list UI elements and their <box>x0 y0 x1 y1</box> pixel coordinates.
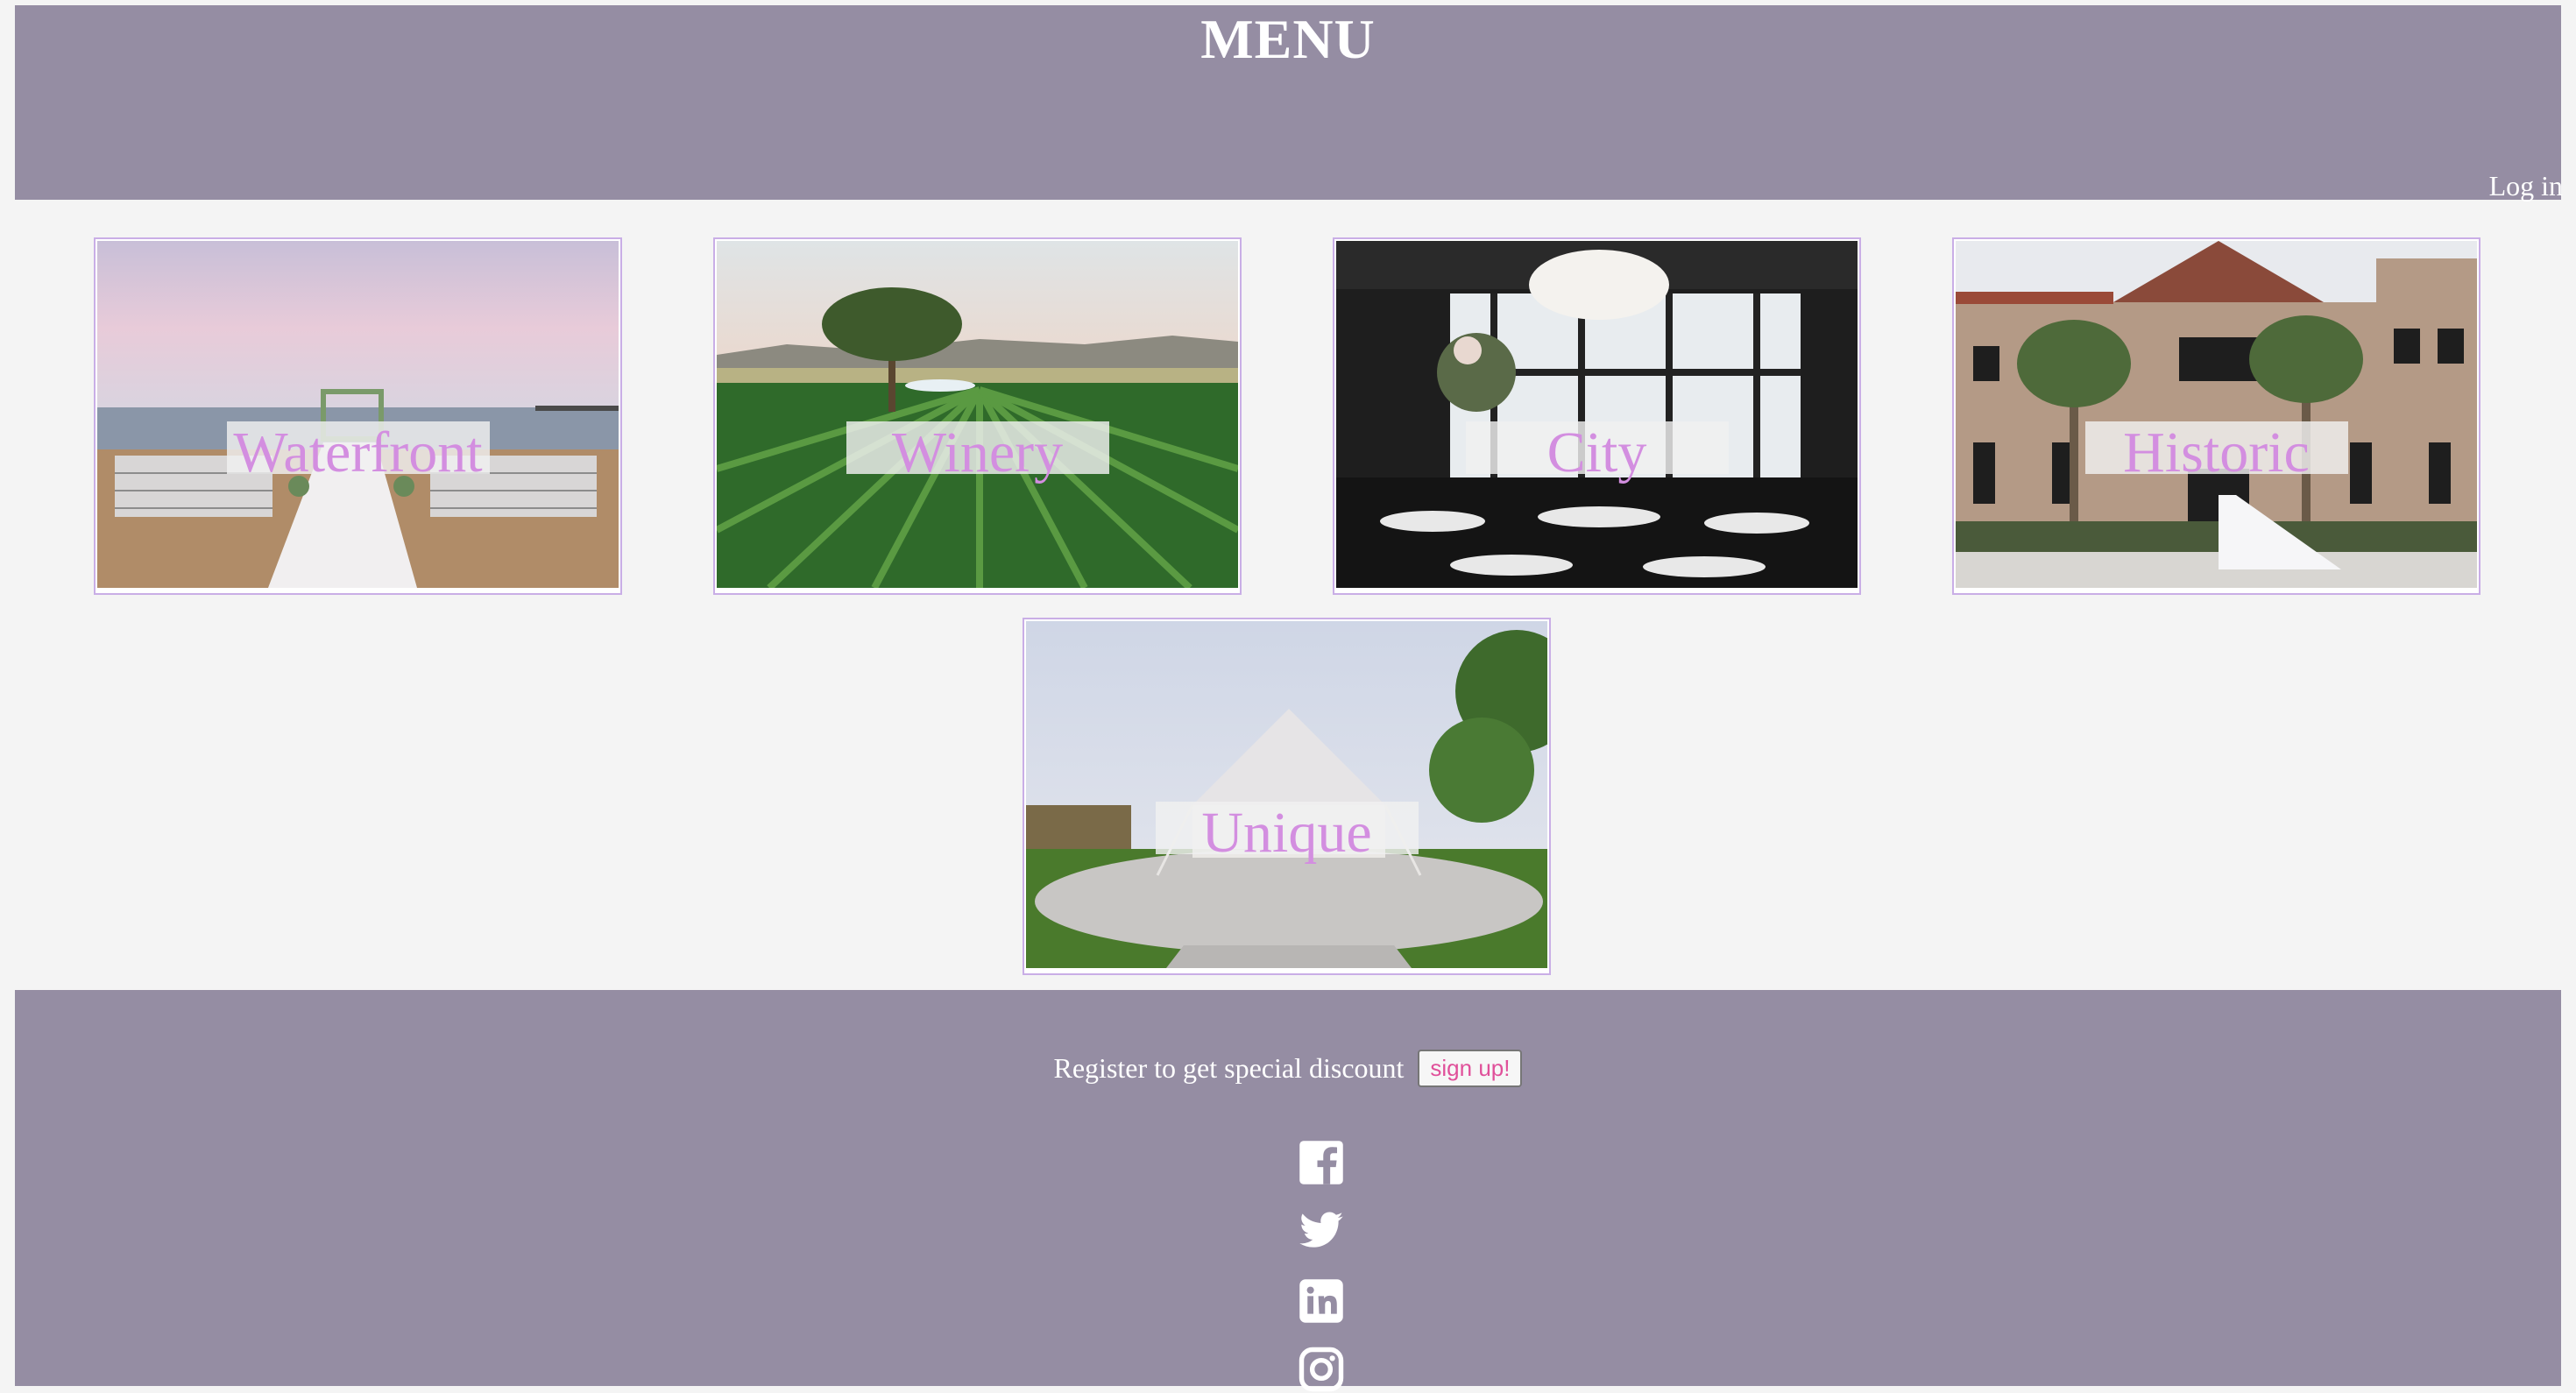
register-row: Register to get special discount sign up… <box>15 1050 2561 1088</box>
city-loft-ballroom-photo <box>1336 241 1858 588</box>
footer: Register to get special discount sign up… <box>15 990 2561 1392</box>
vineyard-photo <box>717 241 1238 588</box>
linkedin-icon[interactable] <box>1298 1277 1345 1325</box>
tent-garden-photo <box>1026 621 1547 968</box>
venue-label: Historic <box>2084 421 2348 482</box>
signup-button[interactable]: sign up! <box>1418 1050 1523 1088</box>
venue-label: Unique <box>1155 802 1419 862</box>
beach-ceremony-photo <box>97 241 619 588</box>
venue-card-unique[interactable]: Unique <box>1023 618 1551 975</box>
venue-card-waterfront[interactable]: Waterfront <box>94 237 622 595</box>
page-title: MENU <box>1200 8 1376 70</box>
venue-label: City <box>1465 421 1729 482</box>
login-link[interactable]: Log in <box>2489 170 2563 202</box>
register-text: Register to get special discount <box>1053 1052 1405 1085</box>
historic-mansion-photo <box>1956 241 2477 588</box>
header-bar: MENU Log in <box>15 5 2563 202</box>
facebook-icon[interactable] <box>1298 1139 1345 1186</box>
venue-card-city[interactable]: City <box>1333 237 1861 595</box>
twitter-icon[interactable] <box>1298 1207 1345 1255</box>
venue-label: Waterfront <box>226 421 490 482</box>
venue-label: Winery <box>846 421 1109 482</box>
venue-card-winery[interactable]: Winery <box>713 237 1242 595</box>
venue-card-historic[interactable]: Historic <box>1952 237 2480 595</box>
